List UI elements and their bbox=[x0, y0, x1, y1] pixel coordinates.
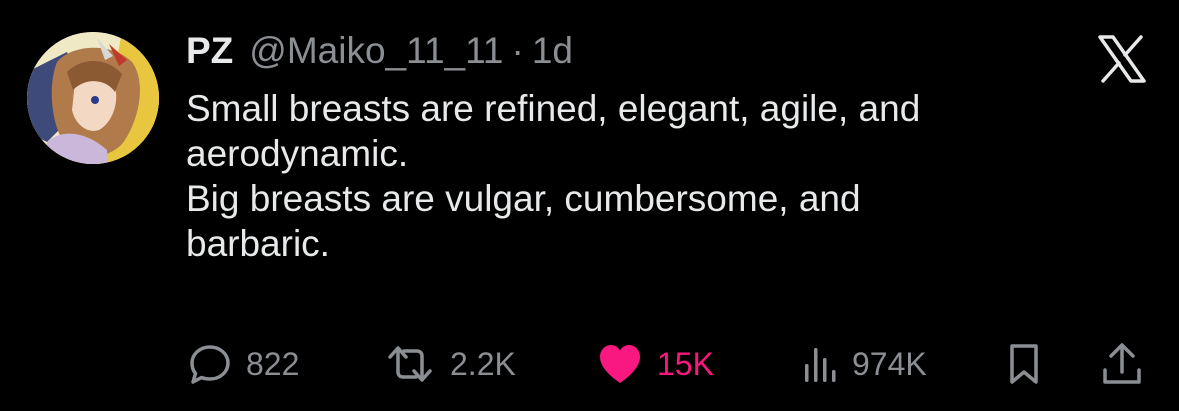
tweet-text-line: aerodynamic. bbox=[186, 133, 409, 174]
bookmark-icon bbox=[1010, 344, 1038, 384]
tweet-text-line: barbaric. bbox=[186, 223, 330, 264]
reply-icon bbox=[190, 345, 230, 384]
reply-count: 822 bbox=[246, 345, 300, 382]
reply-button[interactable]: 822 bbox=[188, 340, 299, 388]
x-logo-icon bbox=[1097, 35, 1147, 83]
timestamp[interactable]: 1d bbox=[532, 30, 573, 72]
avatar-illustration bbox=[27, 32, 159, 164]
tweet-card[interactable]: PZ @Maiko_11_11 · 1d Small breasts are r… bbox=[0, 0, 1179, 411]
tweet-text-line: Small breasts are refined, elegant, agil… bbox=[186, 88, 921, 129]
separator-dot: · bbox=[511, 30, 524, 71]
retweet-button[interactable]: 2.2K bbox=[384, 340, 516, 388]
views-count: 974K bbox=[852, 345, 927, 382]
display-name[interactable]: PZ bbox=[186, 30, 233, 72]
tweet-header: PZ @Maiko_11_11 · 1d bbox=[186, 30, 573, 78]
like-count: 15K bbox=[657, 345, 714, 382]
retweet-icon bbox=[388, 346, 432, 382]
retweet-count: 2.2K bbox=[450, 345, 516, 382]
tweet-actions-bar: 822 2.2K 15K 974K bbox=[0, 340, 1179, 388]
tweet-text-line: Big breasts are vulgar, cumbersome, and bbox=[186, 178, 861, 219]
views-icon bbox=[805, 348, 836, 382]
bookmark-button[interactable] bbox=[1006, 340, 1042, 388]
share-icon bbox=[1103, 343, 1141, 384]
like-button[interactable]: 15K bbox=[597, 340, 714, 388]
heart-icon bbox=[600, 345, 640, 383]
tweet-text: Small breasts are refined, elegant, agil… bbox=[186, 86, 1146, 266]
avatar[interactable] bbox=[27, 32, 159, 164]
views-button[interactable]: 974K bbox=[802, 340, 927, 388]
share-button[interactable] bbox=[1101, 340, 1143, 388]
user-handle[interactable]: @Maiko_11_11 bbox=[249, 30, 503, 72]
